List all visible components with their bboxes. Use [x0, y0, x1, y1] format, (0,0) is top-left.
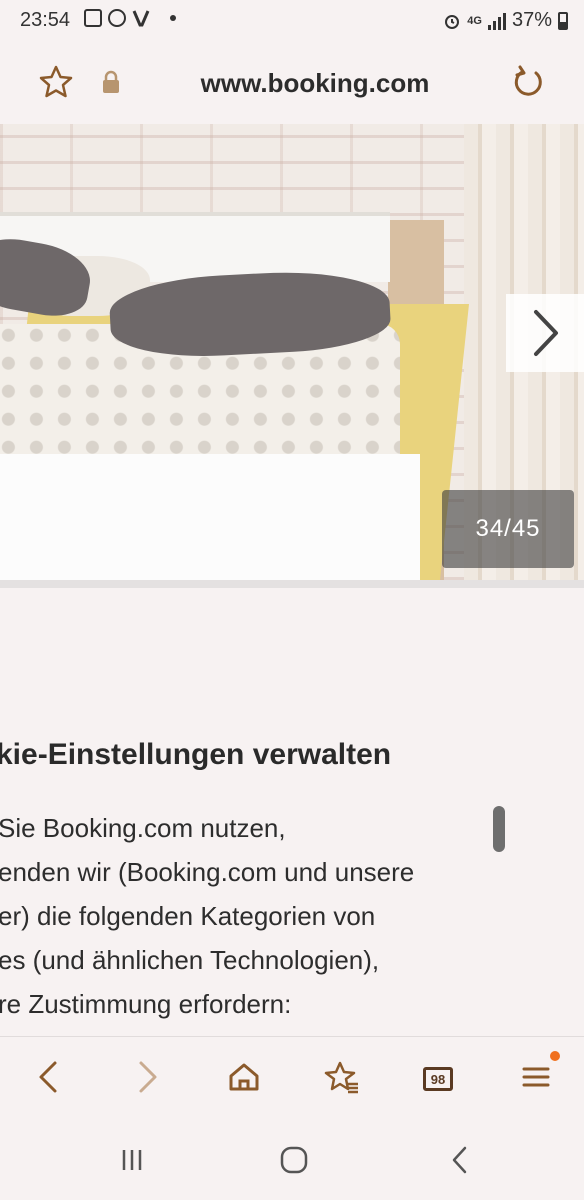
cookie-line: es (und ähnlichen Technologien),	[0, 945, 380, 975]
bookmarks-button[interactable]	[320, 1055, 364, 1099]
status-system-icons: 4G 37%	[443, 9, 568, 32]
next-photo-button[interactable]	[506, 294, 584, 372]
status-notification-icons	[84, 9, 176, 27]
home-button[interactable]	[222, 1055, 266, 1099]
cookie-heading: kie-Einstellungen verwalten	[0, 738, 392, 771]
browser-address-bar: www.booking.com	[0, 44, 584, 124]
photo-counter: 34/45	[442, 490, 574, 568]
recents-icon	[122, 1150, 142, 1170]
system-navigation-bar	[0, 1120, 584, 1200]
bookmarks-icon	[324, 1061, 358, 1094]
reload-icon[interactable]	[510, 64, 546, 100]
tabs-button[interactable]: 98	[423, 1067, 453, 1091]
v-app-icon	[132, 10, 150, 27]
forward-button[interactable]	[126, 1055, 170, 1099]
cookie-line: er) die folgenden Kategorien von	[0, 901, 376, 931]
status-time: 23:54	[20, 9, 71, 31]
signal-icon	[487, 12, 506, 30]
dot-icon	[170, 15, 176, 21]
menu-button[interactable]	[514, 1055, 558, 1099]
gallery-icon	[84, 9, 102, 27]
cookie-line: enden wir (Booking.com und unsere	[0, 857, 415, 887]
cookie-description: Sie Booking.com nutzen, enden wir (Booki…	[0, 806, 498, 1026]
cookie-line: Sie Booking.com nutzen,	[0, 813, 286, 843]
lock-icon[interactable]	[100, 70, 122, 94]
back-nav-button[interactable]	[440, 1144, 480, 1176]
home-nav-button[interactable]	[274, 1144, 314, 1176]
chevron-right-icon	[534, 310, 558, 356]
back-chevron-icon	[452, 1146, 467, 1174]
star-icon[interactable]	[38, 64, 74, 100]
cookie-line: re Zustimmung erfordern:	[0, 989, 292, 1019]
photo-gallery[interactable]: 34/45	[0, 124, 584, 580]
back-button[interactable]	[26, 1055, 70, 1099]
battery-percent: 37%	[511, 9, 552, 31]
forward-icon	[139, 1061, 157, 1093]
home-icon	[229, 1063, 259, 1091]
scrollbar-thumb[interactable]	[493, 806, 505, 852]
cookie-settings-panel: kie-Einstellungen verwalten Sie Booking.…	[0, 580, 584, 1036]
status-bar: 23:54 4G 37%	[0, 0, 584, 44]
url-text[interactable]: www.booking.com	[170, 68, 460, 99]
notification-dot	[550, 1051, 560, 1061]
recents-button[interactable]	[112, 1144, 152, 1176]
alarm-icon	[445, 14, 460, 29]
network-type: 4G	[467, 14, 482, 27]
battery-icon	[558, 11, 568, 30]
menu-icon	[522, 1067, 550, 1087]
browser-toolbar: 98	[0, 1036, 584, 1120]
home-circle-icon	[280, 1146, 308, 1174]
viber-icon	[108, 9, 126, 27]
back-icon	[39, 1061, 57, 1093]
